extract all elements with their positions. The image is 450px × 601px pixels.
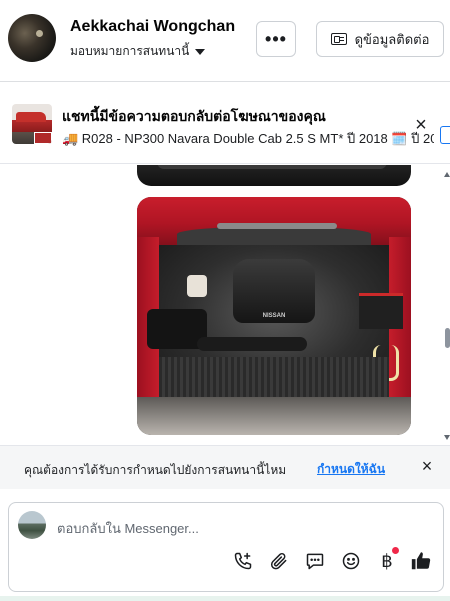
ad-reply-banner: แชทนี้มีข้อความตอบกลับต่อโฆษณาของคุณ 🚚 R…: [0, 92, 450, 164]
view-contact-button[interactable]: ดูข้อมูลติดต่อ: [316, 21, 444, 57]
assign-conversation-dropdown[interactable]: มอบหมายการสนทนานี้: [70, 42, 206, 61]
page-avatar: [18, 511, 46, 539]
bottom-edge: [0, 596, 450, 601]
reply-input[interactable]: ตอบกลับใน Messenger...: [57, 518, 199, 539]
ad-thumbnail[interactable]: [12, 104, 52, 144]
assign-reminder-text: คุณต้องการได้รับการกำหนดไปยังการสนทนานี้…: [24, 463, 287, 477]
notification-dot: [392, 547, 399, 554]
conversation-header: Aekkachai Wongchan มอบหมายการสนทนานี้ ••…: [0, 0, 450, 82]
scroll-down-arrow-icon[interactable]: [444, 435, 450, 440]
banner-title: แชทนี้มีข้อความตอบกลับต่อโฆษณาของคุณ: [62, 108, 326, 124]
side-panel-tab[interactable]: [440, 126, 450, 144]
scrollbar-thumb[interactable]: [445, 328, 450, 348]
scroll-up-arrow-icon[interactable]: [444, 172, 450, 177]
call-add-icon[interactable]: [232, 550, 254, 572]
more-options-button[interactable]: •••: [256, 21, 296, 57]
contact-name[interactable]: Aekkachai Wongchan: [70, 18, 235, 36]
message-thread[interactable]: NISSAN: [0, 165, 450, 445]
banner-ad-title: 🚚 R028 - NP300 Navara Double Cab 2.5 S M…: [62, 131, 434, 146]
contact-avatar[interactable]: [8, 14, 56, 62]
assign-label: มอบหมายการสนทนานี้: [70, 44, 190, 58]
paperclip-icon[interactable]: [268, 550, 290, 572]
message-bubble-icon[interactable]: [304, 550, 326, 572]
emoji-icon[interactable]: [340, 550, 362, 572]
thumbs-up-icon[interactable]: [410, 550, 432, 572]
assign-reminder-bar: คุณต้องการได้รับการกำหนดไปยังการสนทนานี้…: [0, 445, 450, 489]
close-banner-icon[interactable]: ×: [412, 115, 430, 135]
thread-scrollbar[interactable]: [443, 165, 450, 445]
assign-to-me-link[interactable]: กำหนดให้ฉัน: [317, 460, 385, 479]
close-reminder-icon[interactable]: ×: [418, 457, 436, 475]
contact-card-icon: [330, 33, 347, 45]
photo-message-previous[interactable]: [137, 165, 411, 186]
photo-message-engine[interactable]: NISSAN: [137, 197, 411, 435]
caret-down-icon: [195, 49, 206, 55]
view-contact-label: ดูข้อมูลติดต่อ: [354, 31, 430, 47]
engine-brand-logo: NISSAN: [262, 313, 286, 319]
message-composer: ตอบกลับใน Messenger... ฿: [8, 502, 444, 592]
